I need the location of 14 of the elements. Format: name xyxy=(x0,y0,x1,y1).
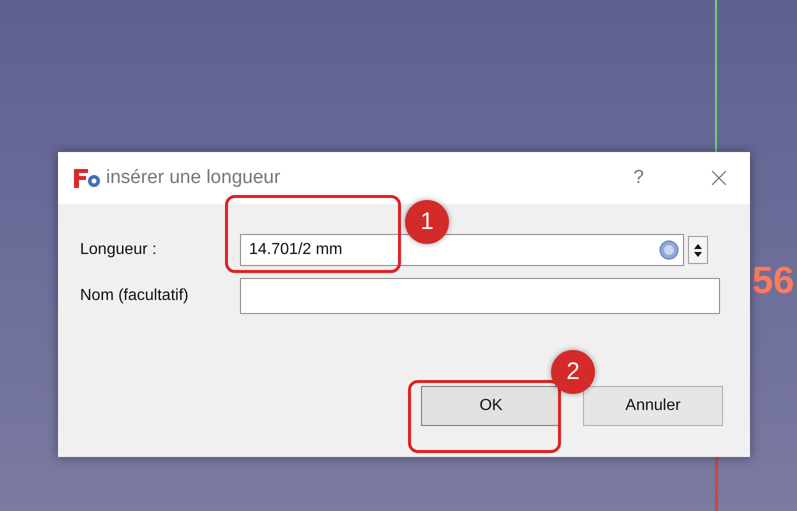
field-label: Nom (facultatif) xyxy=(80,286,190,306)
app-logo-icon xyxy=(72,167,102,189)
expression-icon[interactable] xyxy=(659,240,679,260)
dimension-label: 56 xyxy=(752,262,794,300)
dialog-button[interactable]: OK xyxy=(421,386,561,426)
field-label: Longueur : xyxy=(80,240,158,260)
length-input-field[interactable]: 14.701/2 mm xyxy=(240,234,684,266)
help-button[interactable]: ? xyxy=(633,164,644,192)
spin-box-arrows[interactable] xyxy=(688,236,708,264)
x-axis-line xyxy=(715,457,718,511)
name-input-field[interactable] xyxy=(240,278,720,314)
field-value: 14.701/2 mm xyxy=(249,240,344,260)
dialog-button[interactable]: Annuler xyxy=(583,386,723,426)
window-title: insérer une longueur xyxy=(106,166,280,190)
